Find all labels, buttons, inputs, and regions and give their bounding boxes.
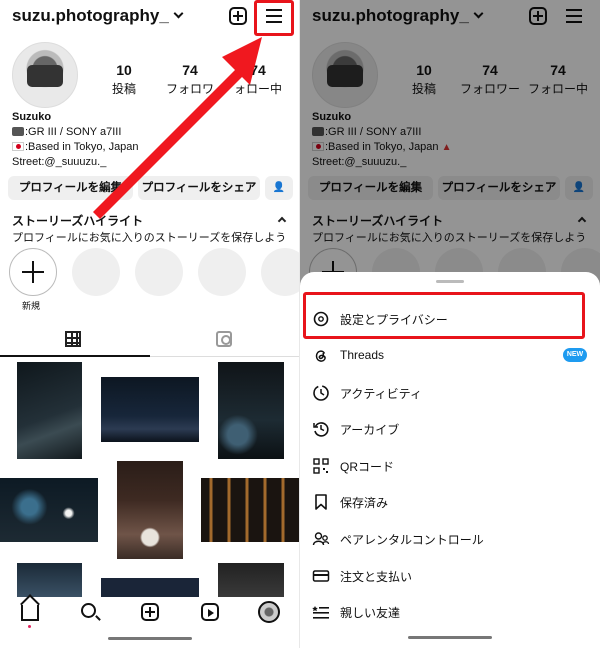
drag-handle[interactable]: [436, 280, 464, 283]
create-icon[interactable]: [141, 603, 159, 621]
profile-avatar-icon[interactable]: [258, 601, 280, 623]
home-indicator: [108, 637, 192, 640]
menu-item-label: Threads: [340, 348, 385, 362]
search-icon[interactable]: [81, 603, 96, 618]
menu-item-label: 注文と支払い: [340, 570, 413, 584]
highlight-box-settings: [303, 292, 585, 339]
menu-item-activity[interactable]: アクティビティ: [300, 378, 600, 408]
threads-icon: [315, 350, 326, 362]
new-badge: NEW: [563, 348, 587, 362]
card-icon: [312, 570, 330, 582]
menu-item-label: 保存済み: [340, 496, 389, 510]
close-friends-icon: [312, 606, 329, 619]
parental-control-icon: [312, 532, 330, 546]
menu-item-label: ペアレンタルコントロール: [340, 533, 484, 547]
menu-item-archive[interactable]: アーカイブ: [300, 414, 600, 444]
menu-item-qr-code[interactable]: QRコード: [300, 451, 600, 481]
notification-dot: [28, 625, 31, 628]
menu-item-label: アクティビティ: [340, 387, 422, 401]
menu-item-label: 親しい友達: [340, 606, 401, 620]
profile-screen-left: suzu.photography_ 10 投稿 74 フォロワ 74 ォロー中 Suz…: [0, 0, 300, 648]
bottom-navigation: [0, 597, 300, 648]
menu-item-saved[interactable]: 保存済み: [300, 487, 600, 517]
home-icon[interactable]: [21, 605, 39, 621]
profile-screen-right: suzu.photography_ 10 投稿 74 フォロワー 74 フォロー中 S…: [300, 0, 600, 648]
menu-item-close-friends[interactable]: 親しい友達: [300, 597, 600, 627]
home-indicator: [408, 636, 492, 639]
menu-item-label: アーカイブ: [340, 423, 400, 437]
menu-item-orders-payments[interactable]: 注文と支払い: [300, 561, 600, 591]
menu-bottom-sheet: 設定とプライバシー Threads NEW アクティビティ アーカイブ QRコー…: [300, 272, 600, 648]
qr-code-icon: [313, 458, 329, 474]
activity-icon: [313, 385, 329, 401]
menu-item-parental-controls[interactable]: ペアレンタルコントロール: [300, 524, 600, 554]
bookmark-icon: [315, 494, 327, 510]
reels-icon[interactable]: [201, 603, 219, 621]
menu-item-label: QRコード: [340, 460, 395, 474]
annotation-arrow: [93, 37, 262, 219]
menu-item-threads[interactable]: Threads NEW: [300, 341, 600, 371]
archive-icon: [313, 422, 329, 437]
